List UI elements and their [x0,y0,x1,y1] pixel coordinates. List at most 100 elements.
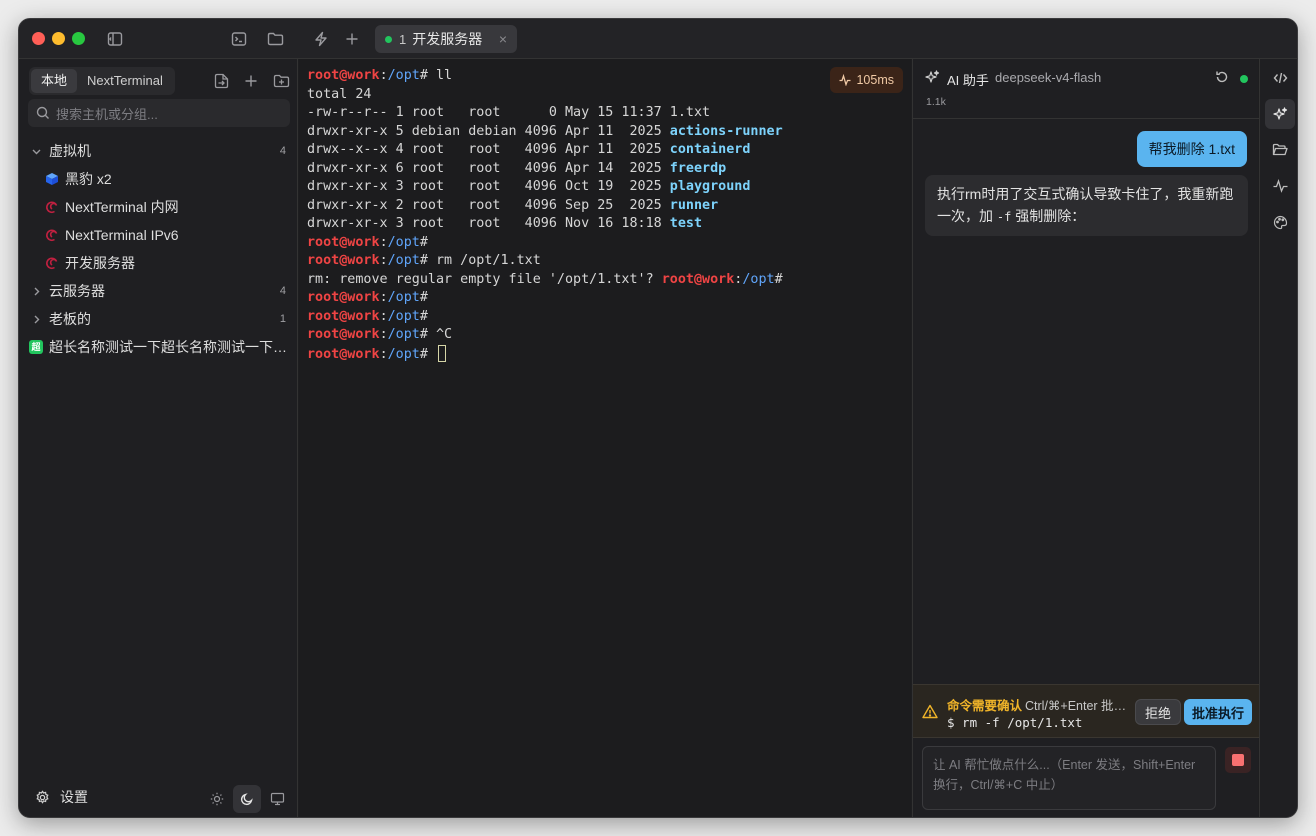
prompt-path: /opt [387,253,420,268]
sidebar-toggle-icon[interactable] [105,29,125,49]
ai-header: AI 助手 deepseek-v4-flash 1.1k [913,59,1259,119]
folder-open-icon[interactable] [1265,135,1295,165]
terminal-line: rm: remove regular empty file '/opt/1.tx… [307,271,783,289]
prompt-path: /opt [387,308,420,324]
import-icon[interactable] [211,71,231,91]
ls-attributes: drwxr-xr-x 3 root root 4096 Oct 19 2025 [307,179,670,194]
prompt-path: /opt [387,290,420,305]
prompt-hash: # [419,290,428,305]
debian-icon [45,200,59,214]
reject-button[interactable]: 拒绝 [1135,699,1182,725]
segment-local[interactable]: 本地 [31,69,78,93]
assistant-code: -f [996,210,1012,224]
terminal-line: root@work:/opt# [307,308,428,326]
latency-value: 105ms [856,73,894,87]
group-cloud[interactable]: 云服务器 4 [19,277,298,305]
group-vm[interactable]: 虚拟机 4 [19,137,298,165]
system-theme-button[interactable] [263,785,291,813]
host-item[interactable]: 黑豹 x2 [19,165,298,193]
host-item-long-name[interactable]: 超 超长名称测试一下超长名称测试一下超长名称测试一下 [19,333,298,361]
close-window-button[interactable] [32,32,45,45]
host-label: NextTerminal IPv6 [65,227,179,243]
settings-button[interactable]: 设置 [35,785,88,809]
prompt-user: root@work [307,308,380,324]
ai-title: AI 助手 [947,73,989,88]
refresh-icon[interactable] [1215,70,1229,84]
command-text: ^C [427,327,453,342]
command-text: ll [427,68,453,83]
right-tool-rail [1259,59,1297,817]
confirm-title: 命令需要确认 [947,699,1023,713]
terminal-line: root@work:/opt# [307,289,428,307]
prompt-path: /opt [387,68,420,83]
title-bar: 1 开发服务器 × [19,19,1297,59]
ls-attributes: drwxr-xr-x 6 root root 4096 Apr 14 2025 [307,160,670,176]
host-item[interactable]: NextTerminal IPv6 [19,221,298,249]
lightning-icon[interactable] [311,29,331,49]
group-boss[interactable]: 老板的 1 [19,305,298,333]
host-tree: 虚拟机 4 黑豹 x2 NextTerminal 内网 NextTerminal… [19,137,298,361]
tab-dev-server[interactable]: 1 开发服务器 × [375,25,517,53]
dark-theme-button[interactable] [233,785,261,813]
command-text: rm /opt/1.txt [427,253,541,268]
ai-sparkles-icon[interactable] [1265,99,1295,129]
sidebar: 本地 NextTerminal 搜索主机或分组... 虚拟机 4 黑豹 x2 N… [19,59,298,817]
host-label: 黑豹 x2 [65,171,112,187]
prompt-separator: : [379,234,388,250]
tab-close-icon[interactable]: × [499,31,507,47]
app-window: 1 开发服务器 × 本地 NextTerminal 搜索主机或分组... 虚拟机… [18,18,1298,818]
host-item[interactable]: 开发服务器 [19,249,298,277]
host-search-input[interactable]: 搜索主机或分组... [28,99,290,127]
light-theme-button[interactable] [203,785,231,813]
cube-icon [45,172,59,186]
prompt-hash: # [419,234,428,250]
approve-button[interactable]: 批准执行 [1184,699,1253,725]
minimize-window-button[interactable] [52,32,65,45]
terminal-line: drwx--x--x 4 root root 4096 Apr 11 2025 … [307,141,750,159]
prompt-separator: : [379,290,388,305]
ai-prompt-input[interactable]: 让 AI 帮忙做点什么...（Enter 发送，Shift+Enter 换行，C… [922,746,1216,810]
add-host-icon[interactable] [241,71,261,91]
host-label: 开发服务器 [65,255,135,271]
terminal-line: root@work:/opt# ^C [307,326,452,344]
tab-label: 开发服务器 [412,31,483,47]
prompt-user: root@work [307,253,380,268]
prompt-user: root@work [661,271,735,287]
segment-nextterminal[interactable]: NextTerminal [77,69,173,93]
monitor-icon [270,792,285,806]
terminal-icon[interactable] [229,29,249,49]
prompt-separator: : [379,68,388,83]
new-tab-icon[interactable] [342,29,362,49]
search-icon [36,106,50,120]
tab-number: 1 [399,31,407,47]
ls-attributes: drwxr-xr-x 5 debian debian 4096 Apr 11 2… [307,123,670,139]
prompt-path: /opt [742,271,775,287]
user-message: 帮我删除 1.txt [1136,131,1247,167]
terminal-pane[interactable]: root@work:/opt# ll total 24 -rw-r--r-- 1 r… [299,59,911,817]
ls-file-name: 1.txt [669,105,711,120]
source-segmented-control: 本地 NextTerminal [29,67,175,95]
zoom-window-button[interactable] [72,32,85,45]
ls-directory-name: actions-runner [669,123,783,139]
activity-monitor-icon[interactable] [1265,171,1295,201]
debian-icon [45,256,59,270]
palette-icon[interactable] [1265,207,1295,237]
stop-button[interactable] [1225,747,1251,773]
latency-badge: 105ms [830,67,903,93]
terminal-line: drwxr-xr-x 6 root root 4096 Apr 14 2025 … [307,160,726,178]
terminal-line: root@work:/opt# rm /opt/1.txt [307,252,541,270]
prompt-user: root@work [307,346,380,362]
code-icon[interactable] [1265,63,1295,93]
prompt-separator: : [379,253,388,268]
add-folder-icon[interactable] [271,71,291,91]
group-label: 云服务器 [49,283,105,299]
ls-directory-name: playground [669,179,751,194]
host-item[interactable]: NextTerminal 内网 [19,193,298,221]
debian-icon [45,228,59,242]
terminal-cursor [438,344,446,362]
sun-icon [210,792,224,806]
ai-model-selector[interactable]: deepseek-v4-flash [995,70,1101,85]
prompt-hash: # [774,271,783,287]
online-status-dot [1240,75,1248,83]
folder-icon[interactable] [265,29,285,49]
